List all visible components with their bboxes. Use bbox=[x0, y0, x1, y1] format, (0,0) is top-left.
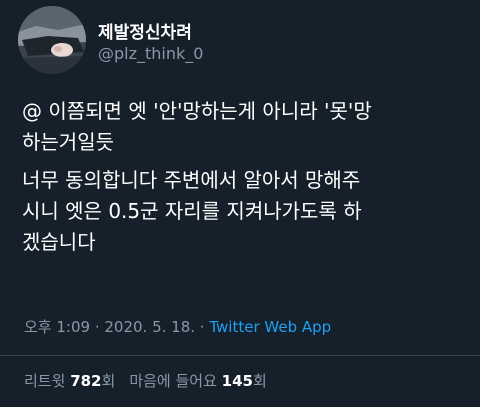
profile-photo-icon bbox=[18, 6, 86, 74]
tweet-paragraph-1: @ 이쯤되면 엣 '안'망하는게 아니라 '못'망 하는거일듯 bbox=[22, 96, 468, 158]
tweet-date[interactable]: 2020. 5. 18. bbox=[104, 318, 195, 336]
retweets-count: 782 bbox=[70, 372, 102, 390]
tweet-paragraph-2: 너무 동의합니다 주변에서 알아서 망해주 시니 엣은 0.5군 자리를 지켜나… bbox=[22, 165, 468, 258]
tweet-meta: 오후 1:09 · 2020. 5. 18. · Twitter Web App bbox=[24, 316, 331, 337]
avatar[interactable] bbox=[18, 6, 86, 74]
divider bbox=[0, 355, 480, 356]
retweets-stat[interactable]: 리트윗 782회 bbox=[24, 372, 115, 390]
tweet-line: 시니 엣은 0.5군 자리를 지켜나가도록 하 bbox=[22, 199, 362, 223]
tweet-header: 제발정신차려 @plz_think_0 bbox=[18, 6, 458, 76]
meta-separator: · bbox=[90, 318, 105, 336]
tweet-line: 너무 동의합니다 주변에서 알아서 망해주 bbox=[22, 168, 361, 192]
tweet-source-link[interactable]: Twitter Web App bbox=[209, 318, 331, 336]
likes-stat[interactable]: 마음에 들어요 145회 bbox=[129, 372, 266, 390]
tweet-time[interactable]: 오후 1:09 bbox=[24, 318, 90, 336]
tweet-line: 겠습니다 bbox=[22, 230, 96, 254]
tweet-line: @ 이쯤되면 엣 '안'망하는게 아니라 '못'망 bbox=[22, 99, 372, 123]
meta-separator: · bbox=[195, 318, 210, 336]
tweet-text: @ 이쯤되면 엣 '안'망하는게 아니라 '못'망 하는거일듯 너무 동의합니다… bbox=[22, 96, 468, 258]
tweet-line: 하는거일듯 bbox=[22, 130, 114, 154]
display-name[interactable]: 제발정신차려 bbox=[98, 18, 192, 43]
likes-label: 마음에 들어요 bbox=[129, 372, 217, 390]
user-handle[interactable]: @plz_think_0 bbox=[98, 44, 203, 63]
retweets-label: 리트윗 bbox=[24, 372, 66, 390]
retweets-suffix: 회 bbox=[101, 372, 116, 390]
tweet-stats: 리트윗 782회 마음에 들어요 145회 bbox=[24, 370, 267, 391]
likes-suffix: 회 bbox=[252, 372, 267, 390]
likes-count: 145 bbox=[221, 372, 253, 390]
